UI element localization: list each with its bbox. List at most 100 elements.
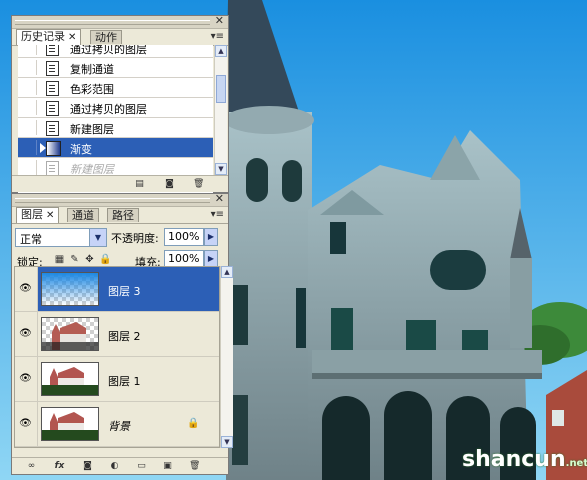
lock-icons: ▦ ✎ ✥ 🔒 xyxy=(54,254,114,266)
chevron-down-icon[interactable]: ▼ xyxy=(89,229,106,246)
history-brush-source-cell[interactable] xyxy=(20,45,37,55)
layer-style-fx-icon[interactable]: fx xyxy=(54,461,65,471)
history-bottom-bar: ▤ ◙ 🗑 xyxy=(12,175,228,192)
panel-menu-icon[interactable]: ▾≡ xyxy=(211,209,224,220)
history-panel: ✕ 历史记录 ✕ 动作 ▾≡ 通过拷贝的图层 复制通道 色彩范围 通过拷贝的图层… xyxy=(11,15,229,193)
tab-actions[interactable]: 动作 xyxy=(90,30,122,44)
lock-icon: 🔒 xyxy=(187,418,200,429)
scroll-down-icon[interactable]: ▼ xyxy=(215,163,227,175)
close-icon[interactable]: ✕ xyxy=(215,193,224,205)
history-item-label: 新建图层 xyxy=(70,123,114,136)
history-item[interactable]: 通过拷贝的图层 xyxy=(18,98,213,118)
cutout-thumbnail-art xyxy=(42,322,98,350)
gradient-tool-icon xyxy=(46,141,61,156)
layer-row[interactable]: 👁 图层 1 xyxy=(15,357,219,402)
eye-icon[interactable]: 👁 xyxy=(18,419,33,429)
lock-transparency-icon[interactable]: ▦ xyxy=(54,254,65,265)
history-item-label: 通过拷贝的图层 xyxy=(70,45,147,56)
tab-close-icon[interactable]: ✕ xyxy=(46,210,54,221)
lock-brush-icon[interactable]: ✎ xyxy=(69,254,80,265)
close-icon[interactable]: ✕ xyxy=(215,15,224,27)
tab-channels-label: 通道 xyxy=(72,209,94,222)
layers-tabs: 图层 ✕ 通道 路径 ▾≡ xyxy=(12,206,228,224)
link-layers-icon[interactable]: ∞ xyxy=(26,461,37,471)
history-brush-source-cell[interactable] xyxy=(20,80,37,95)
titlebar-grip xyxy=(15,198,210,203)
layer-row[interactable]: 👁 图层 2 xyxy=(15,312,219,357)
scroll-thumb[interactable] xyxy=(216,75,226,103)
history-brush-source-cell[interactable] xyxy=(20,60,37,75)
history-item-label: 渐变 xyxy=(70,143,92,156)
titlebar-grip xyxy=(15,20,210,25)
layer-row[interactable]: 👁 图层 3 xyxy=(15,267,219,312)
layer-row[interactable]: 👁 背景 🔒 xyxy=(15,402,219,447)
document-state-icon xyxy=(46,101,59,116)
snapshot-camera-icon[interactable]: ◙ xyxy=(164,179,175,189)
tab-history[interactable]: 历史记录 ✕ xyxy=(16,29,82,45)
history-item-label: 通过拷贝的图层 xyxy=(70,103,147,116)
history-item-selected[interactable]: 渐变 xyxy=(18,138,213,158)
history-brush-source-cell[interactable] xyxy=(20,140,37,155)
tab-close-icon[interactable]: ✕ xyxy=(68,32,76,43)
layer-name[interactable]: 图层 3 xyxy=(108,283,141,299)
blend-mode-select[interactable]: 正常 ▼ xyxy=(15,228,107,247)
visibility-toggle[interactable]: 👁 xyxy=(15,312,38,356)
history-brush-source-cell[interactable] xyxy=(20,160,37,175)
history-item[interactable]: 复制通道 xyxy=(18,58,213,78)
layer-thumbnail xyxy=(41,407,99,441)
layer-name[interactable]: 图层 1 xyxy=(108,373,141,389)
scroll-up-icon[interactable]: ▲ xyxy=(221,266,233,278)
visibility-toggle[interactable]: 👁 xyxy=(15,267,38,311)
tab-paths[interactable]: 路径 xyxy=(107,208,139,222)
lock-move-icon[interactable]: ✥ xyxy=(84,254,95,265)
tab-layers-label: 图层 xyxy=(21,208,43,221)
watermark: shancun.net xyxy=(462,447,587,472)
history-list: 通过拷贝的图层 复制通道 色彩范围 通过拷贝的图层 新建图层 渐变 新建图层 xyxy=(18,45,213,193)
history-item[interactable]: 新建图层 xyxy=(18,118,213,138)
layer-mask-icon[interactable]: ◙ xyxy=(82,461,93,471)
lock-all-icon[interactable]: 🔒 xyxy=(99,254,111,265)
layer-name[interactable]: 图层 2 xyxy=(108,328,141,344)
opacity-input[interactable]: 100% xyxy=(164,228,204,246)
document-state-icon xyxy=(46,161,59,176)
layers-scrollbar[interactable]: ▲ ▼ xyxy=(220,266,233,448)
tab-channels[interactable]: 通道 xyxy=(67,208,99,222)
tab-history-label: 历史记录 xyxy=(21,30,65,43)
layer-thumbnail xyxy=(41,272,99,306)
blend-mode-value: 正常 xyxy=(20,233,42,246)
panel-menu-icon[interactable]: ▾≡ xyxy=(211,31,224,42)
scroll-down-icon[interactable]: ▼ xyxy=(221,436,233,448)
history-tabs: 历史记录 ✕ 动作 ▾≡ xyxy=(12,28,228,46)
history-item[interactable]: 通过拷贝的图层 xyxy=(18,45,213,58)
new-group-folder-icon[interactable]: ▭ xyxy=(136,461,147,471)
new-document-from-state-icon[interactable]: ▤ xyxy=(134,179,145,189)
eye-icon[interactable]: 👁 xyxy=(18,329,33,339)
layers-bottom-bar: ∞ fx ◙ ◐ ▭ ▣ 🗑 xyxy=(12,457,228,474)
history-brush-source-cell[interactable] xyxy=(20,100,37,115)
opacity-slider-arrow-icon[interactable]: ▶ xyxy=(204,228,218,246)
history-brush-source-cell[interactable] xyxy=(20,120,37,135)
layer-name[interactable]: 背景 xyxy=(108,418,130,434)
eye-icon[interactable]: 👁 xyxy=(18,284,33,294)
watermark-suffix: .net xyxy=(565,458,587,469)
history-item-label: 复制通道 xyxy=(70,63,114,76)
visibility-toggle[interactable]: 👁 xyxy=(15,357,38,401)
scroll-up-icon[interactable]: ▲ xyxy=(215,45,227,57)
photo-thumbnail-art xyxy=(42,408,98,440)
delete-layer-icon[interactable]: 🗑 xyxy=(189,461,200,471)
document-state-icon xyxy=(46,45,59,56)
history-scrollbar[interactable]: ▲ ▼ xyxy=(214,45,227,175)
document-state-icon xyxy=(46,121,59,136)
adjustment-layer-icon[interactable]: ◐ xyxy=(109,461,120,471)
trash-icon[interactable]: 🗑 xyxy=(193,179,204,189)
layer-thumbnail xyxy=(41,362,99,396)
new-layer-icon[interactable]: ▣ xyxy=(162,461,173,471)
history-item[interactable]: 色彩范围 xyxy=(18,78,213,98)
tab-layers[interactable]: 图层 ✕ xyxy=(16,207,60,223)
watermark-text: shancun xyxy=(462,447,566,472)
document-state-icon xyxy=(46,61,59,76)
layer-thumbnail xyxy=(41,317,99,351)
tab-paths-label: 路径 xyxy=(112,209,134,222)
eye-icon[interactable]: 👁 xyxy=(18,374,33,384)
visibility-toggle[interactable]: 👁 xyxy=(15,402,38,446)
